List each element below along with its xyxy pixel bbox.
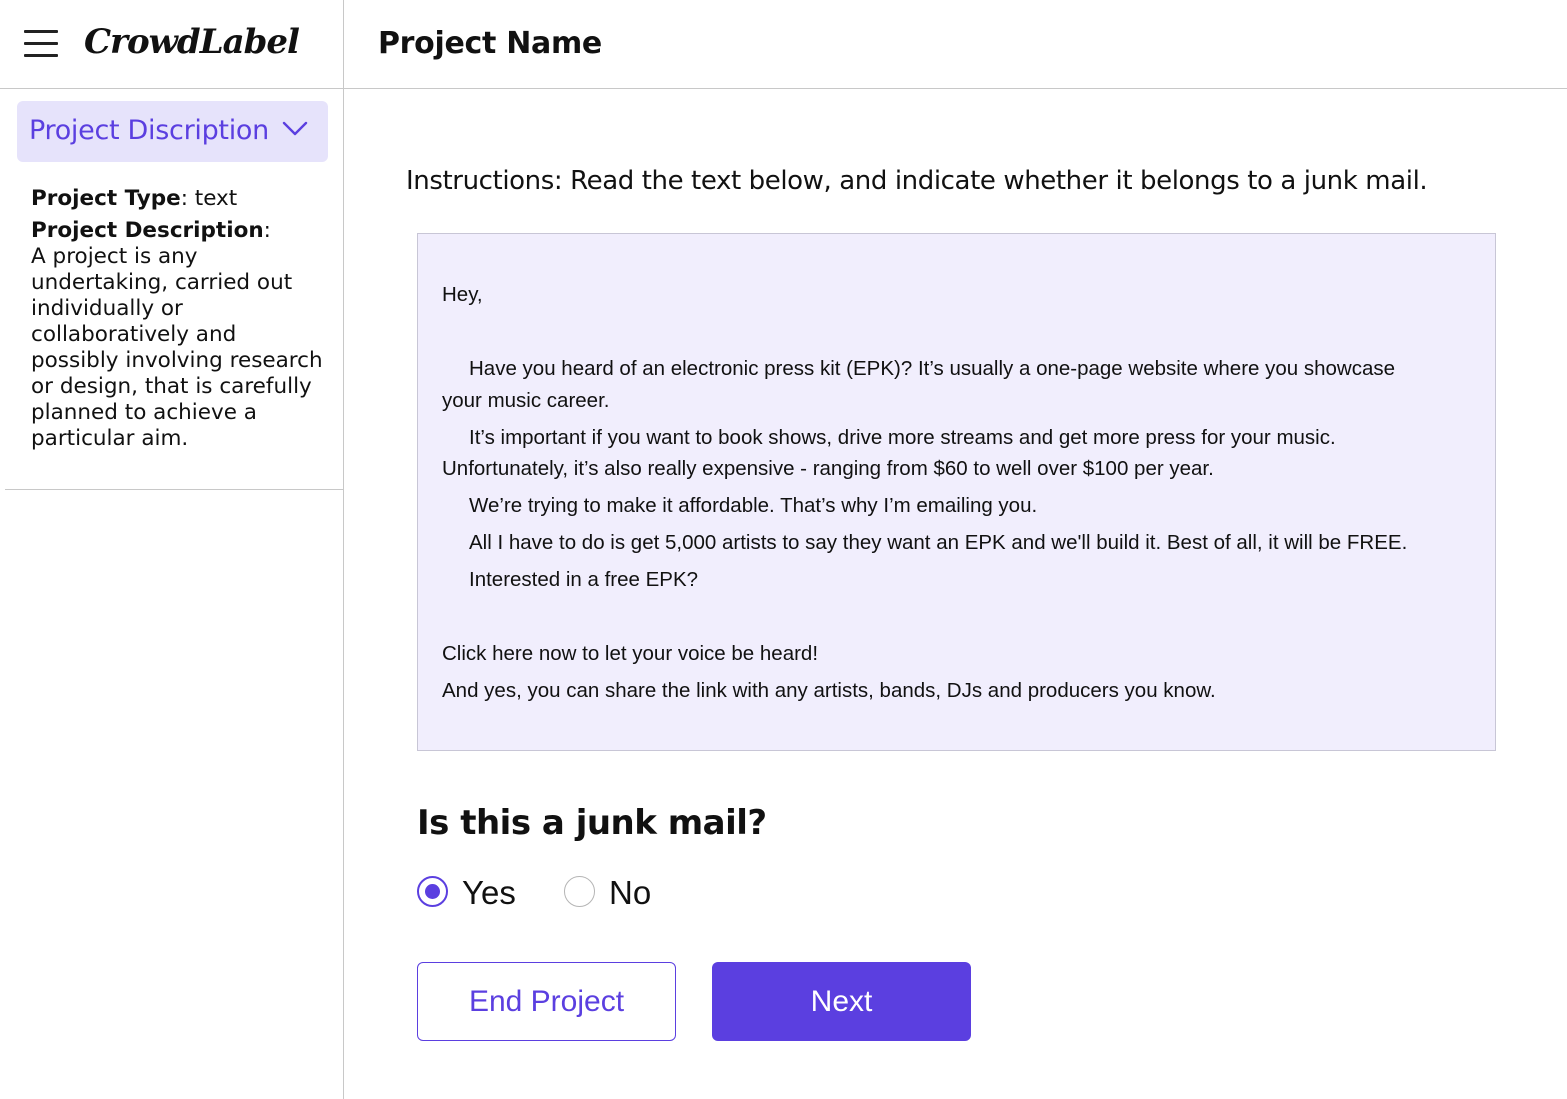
mail-paragraph: All I have to do is get 5,000 artists to… (469, 531, 1408, 554)
radio-label-yes: Yes (462, 874, 516, 911)
sidebar: CrowdLabel Project Discription Project T… (0, 0, 344, 1099)
project-description-colon: : (263, 218, 271, 243)
project-details: Project Type: text Project Description : … (31, 186, 323, 452)
end-project-button[interactable]: End Project (417, 962, 676, 1041)
brand-bar: CrowdLabel (0, 0, 343, 89)
mail-paragraph: Unfortunately, it’s also really expensiv… (442, 457, 1214, 480)
project-description-toggle-label: Project Discription (29, 115, 269, 146)
mail-paragraph: Interested in a free EPK? (469, 568, 699, 591)
mail-paragraph: Have you heard of an electronic press ki… (469, 357, 1396, 380)
chevron-down-icon (282, 121, 308, 142)
project-description-text: A project is any undertaking, carried ou… (31, 244, 323, 451)
mail-paragraph: your music career. (442, 389, 610, 412)
sidebar-divider (5, 489, 343, 490)
project-type-label: Project Type (31, 186, 181, 211)
instructions-text: Instructions: Read the text below, and i… (406, 166, 1428, 196)
radio-unchecked-icon[interactable] (564, 876, 595, 907)
next-button[interactable]: Next (712, 962, 971, 1041)
project-description-toggle[interactable]: Project Discription (17, 101, 328, 162)
mail-cta: Click here now to let your voice be hear… (442, 642, 819, 665)
mail-paragraph: We’re trying to make it affordable. That… (469, 494, 1038, 517)
project-description-row: Project Description: (31, 218, 323, 244)
app-logo: CrowdLabel (84, 22, 300, 62)
radio-label-no: No (609, 874, 652, 911)
project-type-value: : text (180, 186, 238, 211)
question-heading: Is this a junk mail? (417, 803, 767, 843)
mail-content-box: Hey, Have you heard of an electronic pre… (417, 233, 1496, 751)
radio-checked-icon[interactable] (417, 876, 448, 907)
page-title: Project Name (378, 26, 602, 61)
header: Project Name (344, 0, 1567, 89)
mail-closing: And yes, you can share the link with any… (442, 679, 1216, 702)
project-description-label: Project Description (31, 218, 264, 243)
mail-greeting: Hey, (442, 283, 483, 306)
project-type-row: Project Type: text (31, 186, 323, 212)
mail-paragraph: It’s important if you want to book shows… (469, 426, 1336, 449)
radio-option-no[interactable]: No (564, 874, 664, 914)
hamburger-menu-icon[interactable] (24, 30, 58, 60)
radio-option-yes[interactable]: Yes (417, 874, 527, 914)
